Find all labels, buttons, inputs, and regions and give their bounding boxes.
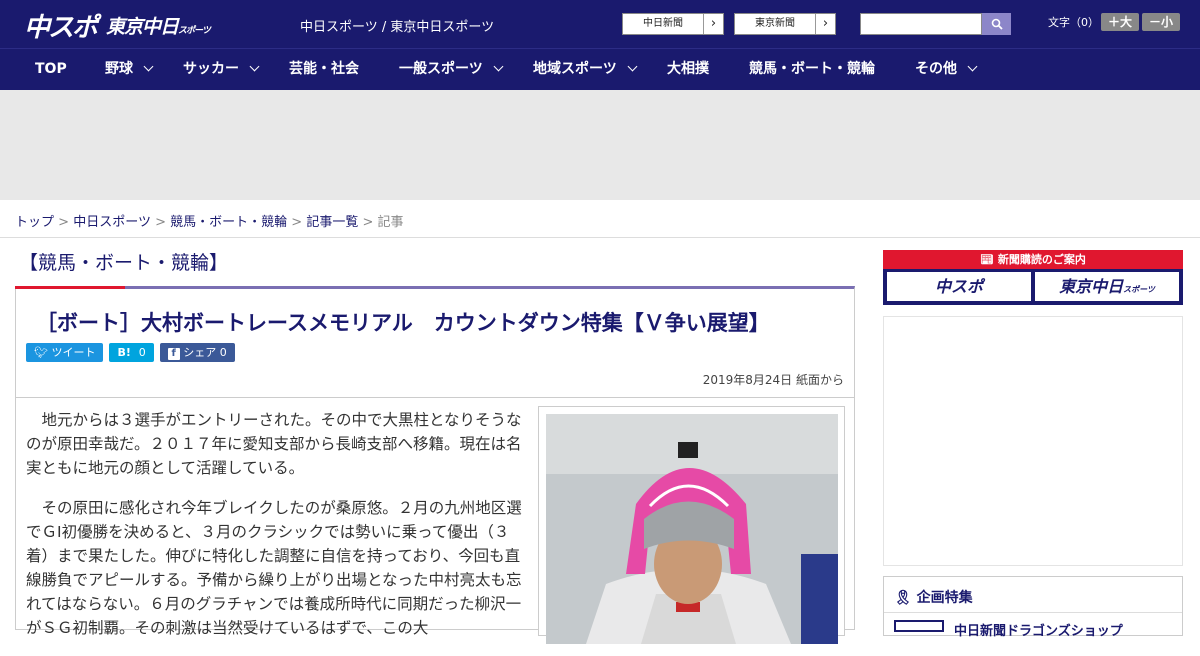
nav-item-sumo[interactable]: 大相撲 — [667, 49, 709, 90]
nav-item-other[interactable]: その他 — [915, 49, 978, 90]
subscription-title: 📰︎ 新聞購読のご案内 — [883, 250, 1183, 269]
site-logo[interactable]: 中スポ 東京中日スポーツ — [24, 7, 211, 44]
chevron-down-icon — [627, 61, 638, 72]
breadcrumb-current: 記事 — [377, 215, 404, 230]
logo-main: 中スポ — [24, 13, 98, 43]
twitter-bird-icon: 🐦︎ — [34, 346, 48, 359]
article-paragraph: その原田に感化され今年ブレイクしたのが桑原悠。２月の九州地区選でＧⅠ初優勝を決め… — [26, 499, 522, 637]
chevron-down-icon — [967, 61, 978, 72]
subscription-banner[interactable]: 📰︎ 新聞購読のご案内 中スポ 東京中日スポーツ — [883, 250, 1183, 305]
search-input[interactable] — [860, 13, 982, 35]
article-photo[interactable] — [538, 406, 845, 644]
feature-thumbnail — [894, 620, 944, 632]
breadcrumb-link[interactable]: 記事一覧 — [306, 215, 358, 230]
article-date: 2019年8月24日 紙面から — [702, 373, 844, 387]
facebook-share-button[interactable]: f シェア 0 — [159, 343, 235, 362]
search-button[interactable] — [982, 13, 1011, 35]
tokyo-shimbun-link[interactable]: 東京新聞 › — [734, 13, 836, 35]
hatena-icon: B! — [117, 346, 131, 359]
subscription-logos: 中スポ 東京中日スポーツ — [883, 269, 1183, 304]
chuspo-logo[interactable]: 中スポ — [887, 272, 1031, 301]
nav-item-top[interactable]: TOP — [35, 49, 67, 90]
nav-item-racing[interactable]: 競馬・ボート・競輪 — [749, 49, 875, 90]
chevron-down-icon — [143, 61, 154, 72]
paper-link-label: 東京新聞 — [755, 18, 795, 29]
racer-photo — [546, 414, 838, 644]
site-names: 中日スポーツ / 東京中日スポーツ — [300, 20, 495, 35]
chunichi-shimbun-link[interactable]: 中日新聞 › — [622, 13, 724, 35]
article-column: 【競馬・ボート・競輪】 ［ボート］大村ボートレースメモリアル カウントダウン特集… — [15, 248, 855, 644]
main-nav: TOP 野球 サッカー 芸能・社会 一般スポーツ 地域スポーツ 大相撲 競馬・ボ… — [0, 48, 1200, 90]
nav-item-regional-sports[interactable]: 地域スポーツ — [533, 49, 638, 90]
share-buttons: 🐦︎ ツイート B! 0 f シェア 0 — [16, 343, 854, 365]
breadcrumb: トップ > 中日スポーツ > 競馬・ボート・競輪 > 記事一覧 > 記事 — [0, 200, 1200, 238]
font-larger-button[interactable]: ＋大 — [1101, 13, 1139, 31]
chevron-right-icon: › — [815, 14, 835, 34]
article-headline: ［ボート］大村ボートレースメモリアル カウントダウン特集【Ｖ争い展望】 — [36, 311, 770, 335]
nav-item-soccer[interactable]: サッカー — [183, 49, 260, 90]
paper-link-label: 中日新聞 — [643, 18, 683, 29]
nav-item-baseball[interactable]: 野球 — [105, 49, 154, 90]
breadcrumb-link[interactable]: トップ — [15, 215, 54, 230]
special-feature-item[interactable]: 中日新聞ドラゴンズショップ — [884, 613, 1182, 639]
font-smaller-button[interactable]: －小 — [1142, 13, 1180, 31]
chevron-down-icon — [493, 61, 504, 72]
sidebar-ad — [883, 316, 1183, 566]
category-title[interactable]: 【競馬・ボート・競輪】 — [15, 248, 855, 286]
logo-sub: 東京中日スポーツ — [106, 16, 211, 38]
breadcrumb-link[interactable]: 中日スポーツ — [73, 215, 151, 230]
tokyo-chunichi-logo[interactable]: 東京中日スポーツ — [1035, 272, 1179, 301]
special-features-title: 🎗︎ 企画特集 — [884, 577, 1182, 613]
chevron-right-icon: › — [703, 14, 723, 34]
facebook-icon: f — [167, 348, 180, 360]
facebook-count: 0 — [219, 346, 227, 359]
breadcrumb-link[interactable]: 競馬・ボート・競輪 — [170, 215, 287, 230]
hatena-count: 0 — [138, 346, 146, 359]
newspaper-icon: 📰︎ — [980, 253, 995, 266]
font-size-label: 文字（0） — [1048, 16, 1099, 29]
special-features-box: 🎗︎ 企画特集 中日新聞ドラゴンズショップ — [883, 576, 1183, 639]
article-body: 地元からは３選手がエントリーされた。その中で大黒柱となりそうなのが原田幸哉だ。２… — [15, 398, 855, 644]
chevron-down-icon — [249, 61, 260, 72]
nav-item-general-sports[interactable]: 一般スポーツ — [399, 49, 504, 90]
hatena-bookmark-button[interactable]: B! 0 — [109, 343, 154, 362]
article-text: 地元からは３選手がエントリーされた。その中で大黒柱となりそうなのが原田幸哉だ。２… — [26, 408, 524, 656]
accent-bar — [15, 286, 125, 289]
racer-illustration — [546, 414, 838, 644]
search-icon — [991, 18, 1003, 30]
tweet-button[interactable]: 🐦︎ ツイート — [26, 343, 104, 362]
ribbon-icon: 🎗︎ — [894, 590, 912, 606]
article-header-card: ［ボート］大村ボートレースメモリアル カウントダウン特集【Ｖ争い展望】 🐦︎ ツ… — [15, 286, 855, 398]
article-paragraph: 地元からは３選手がエントリーされた。その中で大黒柱となりそうなのが原田幸哉だ。２… — [26, 411, 522, 477]
top-ad-area — [0, 90, 1200, 200]
nav-item-entertainment[interactable]: 芸能・社会 — [289, 49, 359, 90]
top-bar: 中スポ 東京中日スポーツ 中日スポーツ / 東京中日スポーツ 中日新聞 › 東京… — [0, 0, 1200, 48]
